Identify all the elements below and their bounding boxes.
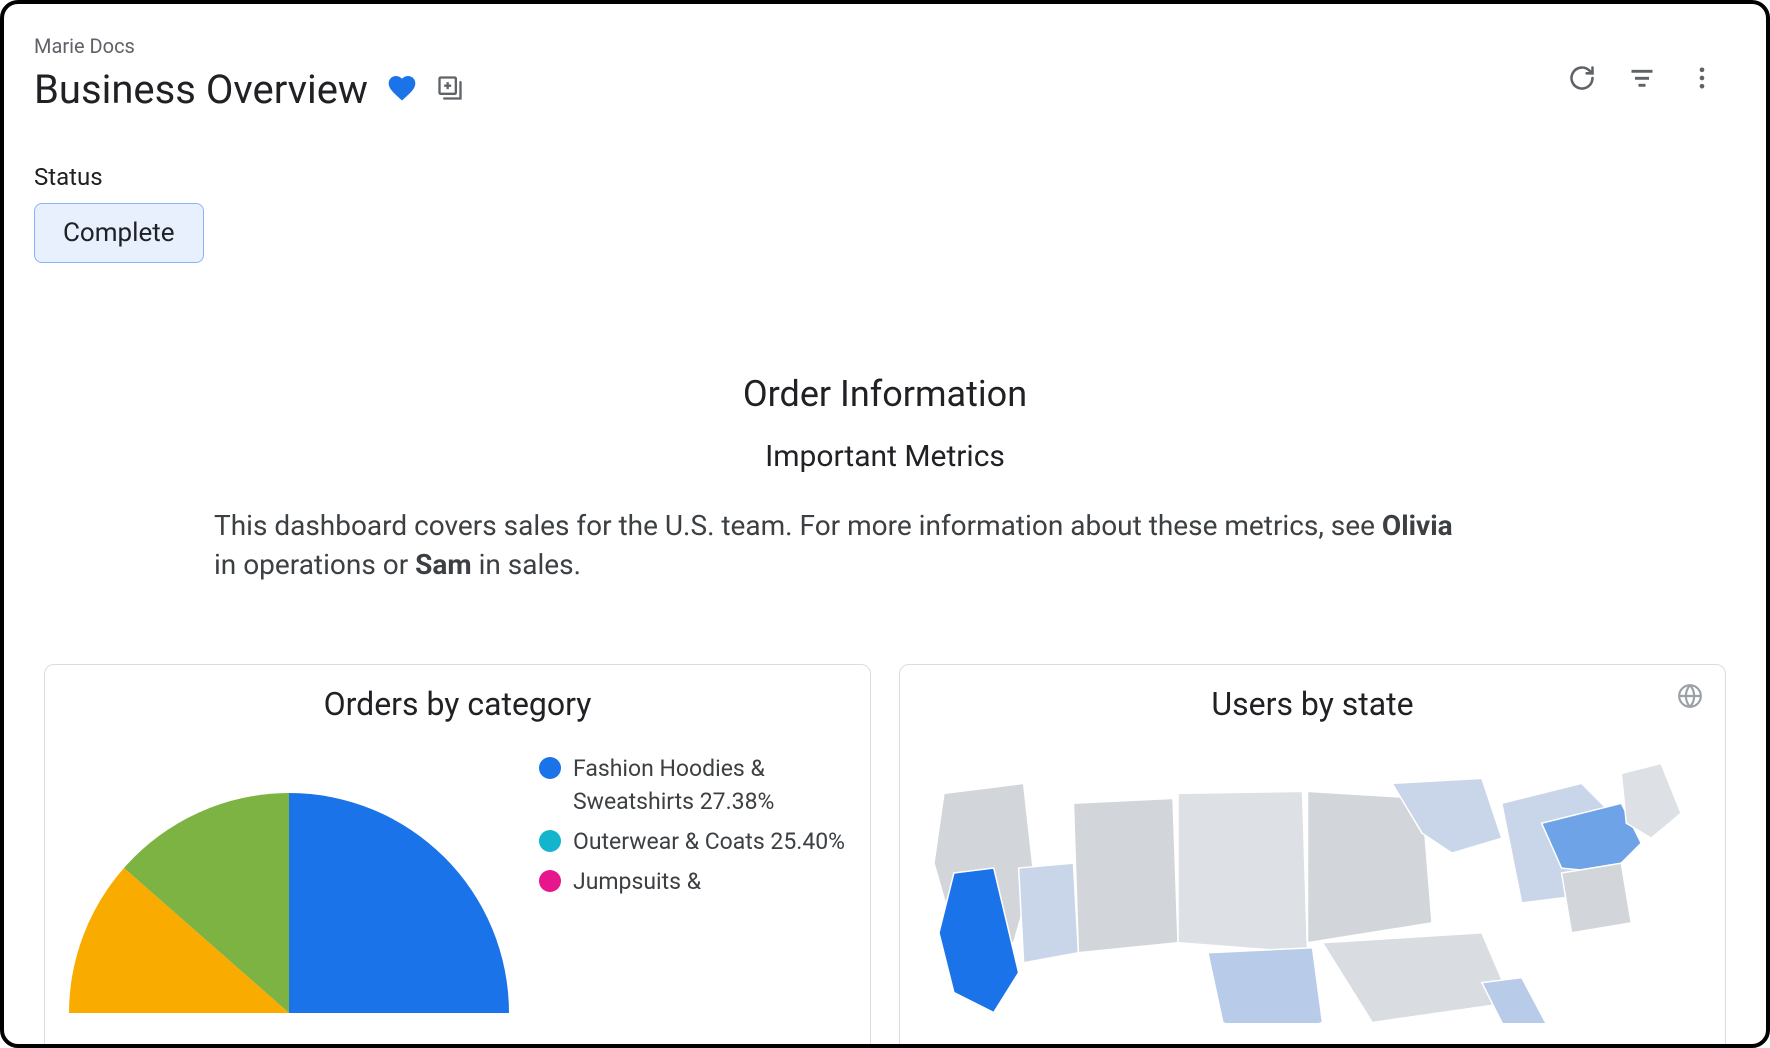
pie-legend: Fashion Hoodies & Sweatshirts 27.38% Out… [539,753,846,906]
legend-item: Outerwear & Coats 25.40% [539,826,846,858]
add-to-board-icon[interactable] [436,74,464,106]
pie-chart [69,753,509,1013]
panel-title-right: Users by state [924,685,1701,723]
legend-item: Fashion Hoodies & Sweatshirts 27.38% [539,753,846,817]
more-options-icon[interactable] [1688,64,1716,96]
usa-map [924,743,1701,1023]
page-title: Business Overview [34,66,368,113]
section-subtitle: Important Metrics [34,439,1736,474]
status-filter-label: Status [34,163,1736,191]
favorite-heart-icon[interactable] [386,72,418,108]
legend-item: Jumpsuits & [539,866,846,898]
orders-by-category-panel[interactable]: Orders by category Fashion Hoo [44,664,871,1048]
dashboard-description: This dashboard covers sales for the U.S.… [214,506,1474,584]
panel-title-left: Orders by category [69,685,846,723]
refresh-icon[interactable] [1568,64,1596,96]
section-title: Order Information [34,373,1736,415]
status-filter-chip[interactable]: Complete [34,203,204,263]
users-by-state-panel[interactable]: Users by state [899,664,1726,1048]
filter-icon[interactable] [1628,64,1656,96]
breadcrumb[interactable]: Marie Docs [34,34,464,58]
